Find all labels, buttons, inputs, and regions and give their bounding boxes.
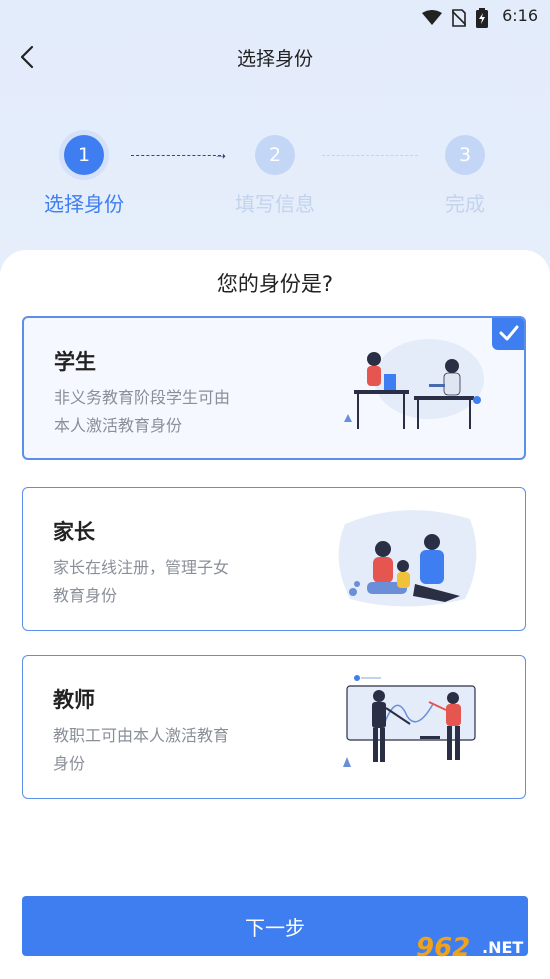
role-card-teacher[interactable]: 教师 教职工可由本人激活教育 身份: [22, 655, 526, 799]
step-1: 1 选择身份: [24, 130, 144, 217]
role-title: 教师: [53, 688, 95, 712]
stepper: 1 选择身份 ➝ 2 填写信息 3 完成: [0, 130, 550, 230]
step-connector-2: [322, 155, 418, 156]
nav-bar: 选择身份: [0, 32, 550, 82]
role-card-student[interactable]: 学生 非义务教育阶段学生可由 本人激活教育身份: [22, 316, 526, 460]
role-desc-line: 教育身份: [53, 586, 118, 605]
check-icon: [492, 318, 524, 350]
role-desc-line: 家长在线注册，管理子女: [53, 558, 230, 577]
role-title: 家长: [53, 520, 95, 544]
step-2: 2 填写信息: [215, 130, 335, 217]
role-desc-line: 教职工可由本人激活教育: [53, 726, 230, 745]
step-3: 3 完成: [405, 130, 525, 217]
watermark-suffix: .NET: [482, 938, 524, 957]
step-connector-1: [131, 155, 221, 156]
watermark-logo: 962 .NET 乐游网: [404, 933, 544, 976]
role-card-parent[interactable]: 家长 家长在线注册，管理子女 教育身份: [22, 487, 526, 631]
step-2-number: 2: [255, 135, 295, 175]
teacher-illustration: [343, 675, 476, 767]
role-desc-line: 非义务教育阶段学生可由: [54, 388, 231, 407]
identity-question: 您的身份是?: [216, 272, 334, 296]
battery-icon: [476, 8, 488, 32]
role-desc-line: 本人激活教育身份: [54, 416, 183, 435]
step-1-label: 选择身份: [44, 192, 124, 216]
wifi-icon: [422, 10, 442, 30]
page-title: 选择身份: [236, 48, 313, 70]
family-illustration: [338, 510, 477, 607]
role-description: 教职工可由本人激活教育 身份: [53, 722, 283, 778]
status-bar: 6:16: [0, 0, 550, 32]
role-description: 家长在线注册，管理子女 教育身份: [53, 554, 283, 610]
no-sim-icon: [451, 9, 467, 31]
students-illustration: [344, 339, 484, 429]
watermark-text: 乐游网: [484, 961, 524, 976]
role-title: 学生: [54, 350, 96, 374]
step-1-number: 1: [64, 135, 104, 175]
status-time: 6:16: [502, 6, 538, 25]
step-3-number: 3: [445, 135, 485, 175]
role-desc-line: 身份: [53, 754, 86, 773]
step-3-label: 完成: [445, 192, 485, 216]
watermark-number: 962: [416, 933, 471, 963]
role-description: 非义务教育阶段学生可由 本人激活教育身份: [54, 384, 284, 440]
step-2-label: 填写信息: [235, 192, 315, 216]
